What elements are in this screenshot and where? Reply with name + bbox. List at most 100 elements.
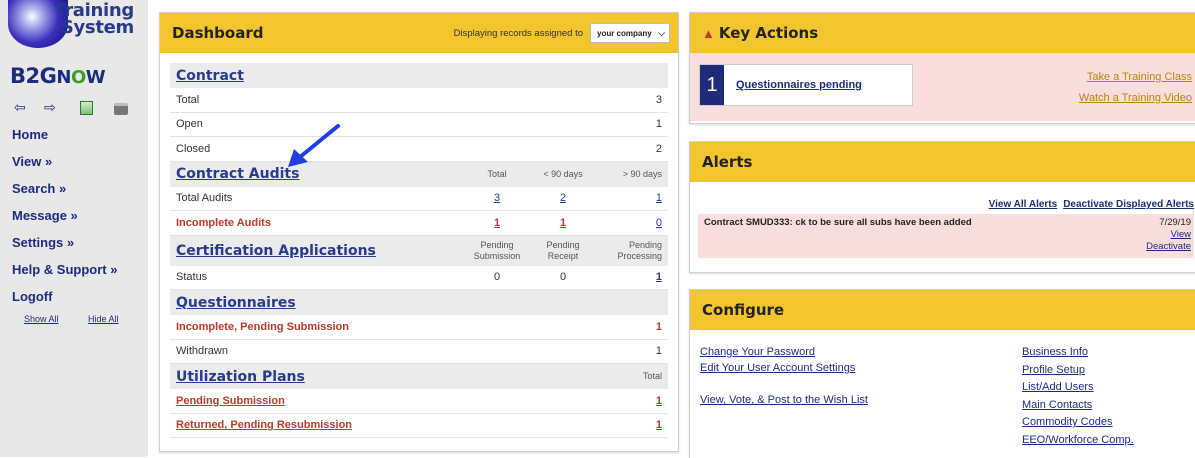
questionnaires-pending-link[interactable]: Questionnaires pending — [736, 79, 862, 91]
col-text: Pending — [628, 239, 662, 250]
incomplete-audits-count-link[interactable]: 1 — [494, 217, 500, 229]
incomplete-audits-under-90-link[interactable]: 1 — [560, 217, 566, 229]
col-header-pending-processing: Pending Processing — [596, 240, 662, 262]
displaying-label: Displaying records assigned to — [453, 27, 583, 39]
row-label: Total Audits — [176, 192, 233, 205]
warning-icon: ▲ — [702, 25, 715, 41]
refresh-icon[interactable] — [80, 101, 93, 115]
utilization-plans-heading-link[interactable]: Utilization Plans — [176, 369, 596, 385]
configure-title: Configure — [702, 301, 785, 319]
nav-settings[interactable]: Settings » — [12, 235, 146, 262]
company-select[interactable]: your company ⌵ — [590, 23, 670, 43]
table-row: Closed 2 — [170, 137, 668, 162]
audits-section-header: Contract Audits Total < 90 days > 90 day… — [170, 161, 668, 187]
key-action-item: 1 Questionnaires pending — [699, 64, 913, 106]
back-arrow-icon[interactable]: ⇦ — [14, 99, 26, 115]
nav-message[interactable]: Message » — [12, 208, 146, 235]
questionnaires-heading-link[interactable]: Questionnaires — [176, 295, 662, 311]
configure-panel: Configure Change Your Password Edit Your… — [689, 289, 1195, 458]
chevron-down-icon: ⌵ — [658, 27, 665, 38]
table-row: Open 1 — [170, 113, 668, 137]
nav-help-support[interactable]: Help & Support » — [12, 262, 146, 289]
logo-line-2: System — [60, 17, 134, 38]
alert-view-link[interactable]: View — [1146, 229, 1191, 241]
brand-n: N — [56, 67, 71, 88]
key-actions-body: 1 Questionnaires pending Take a Training… — [690, 53, 1195, 121]
table-row: Incomplete Audits 1 1 0 — [170, 211, 668, 236]
returned-pending-resubmission-link[interactable]: Returned, Pending Resubmission — [176, 419, 352, 431]
col-text: Receipt — [547, 250, 579, 261]
profile-setup-link[interactable]: Profile Setup — [1022, 362, 1134, 380]
wish-list-link[interactable]: View, Vote, & Post to the Wish List — [700, 392, 868, 408]
row-value: 3 — [655, 93, 662, 106]
dashboard-header: Dashboard Displaying records assigned to… — [160, 13, 678, 53]
certification-applications-heading-link[interactable]: Certification Applications — [176, 243, 464, 259]
contract-audits-heading-link[interactable]: Contract Audits — [176, 166, 464, 182]
watch-training-video-link[interactable]: Watch a Training Video — [1079, 88, 1192, 109]
dashboard-panel: Dashboard Displaying records assigned to… — [159, 12, 679, 452]
nav-logoff[interactable]: Logoff — [12, 289, 146, 316]
col-header-under-90: < 90 days — [543, 168, 583, 179]
certification-section-header: Certification Applications Pending Submis… — [170, 235, 668, 266]
alert-date: 7/29/19 — [1159, 217, 1191, 228]
training-system-logo[interactable]: Training System — [8, 0, 140, 58]
col-header-over-90: > 90 days — [622, 168, 662, 179]
company-select-value: your company — [597, 28, 652, 38]
main-contacts-link[interactable]: Main Contacts — [1022, 397, 1134, 415]
total-audits-count-link[interactable]: 3 — [494, 192, 500, 204]
pending-submission-link[interactable]: Pending Submission — [176, 395, 285, 407]
alert-meta: 7/29/19 View Deactivate — [1146, 217, 1191, 253]
configure-body: Change Your Password Edit Your User Acco… — [690, 330, 1195, 458]
dashboard-table: Contract Total 3 Open 1 Closed 2 Contrac… — [170, 63, 668, 438]
print-icon[interactable] — [114, 103, 128, 115]
status-pending-submission: 0 — [493, 271, 501, 284]
eeo-workforce-link[interactable]: EEO/Workforce Comp. — [1022, 432, 1134, 450]
configure-left-links: Change Your Password Edit Your User Acco… — [700, 344, 868, 408]
alert-item: Contract SMUD333: ck to be sure all subs… — [698, 214, 1194, 258]
configure-header: Configure — [690, 290, 1195, 330]
returned-count-link[interactable]: 1 — [656, 419, 662, 431]
brand-b2g: B2G — [10, 64, 57, 88]
alerts-actions: View All Alerts Deactivate Displayed Ale… — [690, 182, 1195, 210]
table-row: Incomplete, Pending Submission 1 — [170, 315, 668, 340]
sidebar-toolbar: ⇦ ⇨ — [14, 99, 140, 115]
pending-submission-count-link[interactable]: 1 — [656, 395, 662, 407]
sidebar: Training System B2GNOW ⇦ ⇨ Home View » S… — [0, 0, 148, 457]
alert-deactivate-link[interactable]: Deactivate — [1146, 241, 1191, 253]
training-links: Take a Training Class Watch a Training V… — [1079, 67, 1192, 109]
change-password-link[interactable]: Change Your Password — [700, 344, 868, 360]
total-audits-over-90-link[interactable]: 1 — [656, 192, 662, 204]
contract-section-header: Contract — [170, 63, 668, 88]
row-label: Open — [176, 118, 203, 131]
hide-all-link[interactable]: Hide All — [88, 314, 119, 324]
forward-arrow-icon[interactable]: ⇨ — [44, 99, 56, 115]
contract-heading-link[interactable]: Contract — [176, 68, 662, 84]
key-actions-title: Key Actions — [718, 24, 819, 42]
row-label: Total — [176, 93, 200, 106]
total-audits-under-90-link[interactable]: 2 — [560, 192, 566, 204]
row-label: Closed — [176, 142, 211, 155]
list-add-users-link[interactable]: List/Add Users — [1022, 379, 1134, 397]
nav-home[interactable]: Home — [12, 127, 146, 154]
status-pending-processing-link[interactable]: 1 — [656, 271, 662, 283]
deactivate-displayed-alerts-link[interactable]: Deactivate Displayed Alerts — [1063, 199, 1194, 210]
col-header-pending-receipt: Pending Receipt — [530, 240, 596, 262]
alerts-header: Alerts — [690, 142, 1195, 182]
show-all-link[interactable]: Show All — [24, 314, 59, 324]
view-all-alerts-link[interactable]: View All Alerts — [989, 199, 1058, 210]
nav-search[interactable]: Search » — [12, 181, 146, 208]
col-text: Pending — [546, 239, 580, 250]
col-header-pending-submission: Pending Submission — [464, 240, 530, 262]
incomplete-audits-over-90-link[interactable]: 0 — [656, 217, 662, 229]
edit-account-settings-link[interactable]: Edit Your User Account Settings — [700, 360, 868, 376]
key-actions-panel: ▲ Key Actions 1 Questionnaires pending T… — [689, 12, 1195, 124]
business-info-link[interactable]: Business Info — [1022, 344, 1134, 362]
row-label: Withdrawn — [176, 345, 228, 358]
b2gnow-logo: B2GNOW — [10, 64, 106, 88]
commodity-codes-link[interactable]: Commodity Codes — [1022, 414, 1134, 432]
table-row: Withdrawn 1 — [170, 340, 668, 364]
key-actions-header: ▲ Key Actions — [690, 13, 1195, 53]
take-training-class-link[interactable]: Take a Training Class — [1079, 67, 1192, 88]
nav-view[interactable]: View » — [12, 154, 146, 181]
col-text: Submission — [473, 250, 521, 261]
